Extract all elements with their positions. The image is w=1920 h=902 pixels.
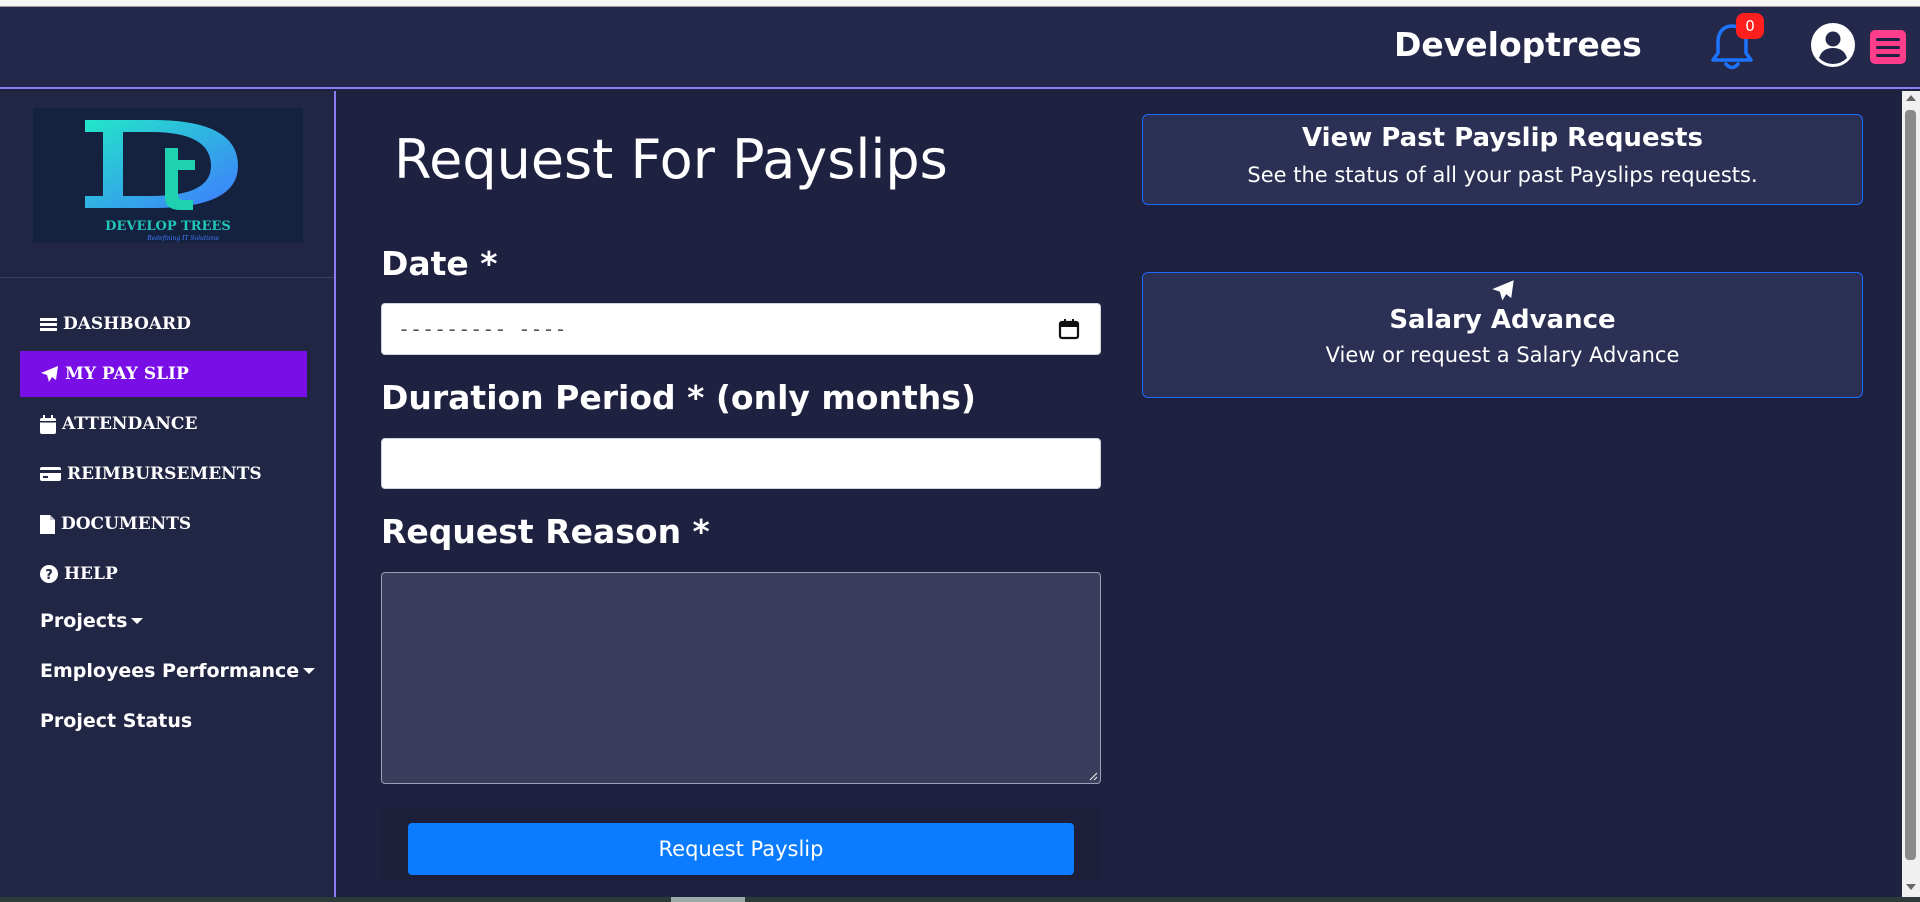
company-logo[interactable]: DEVELOP TREES Redefining IT Solutions [33, 108, 303, 243]
date-label: Date * [381, 244, 498, 283]
reason-label: Request Reason * [381, 512, 710, 551]
horizontal-scrollbar[interactable] [0, 897, 1920, 902]
credit-card-icon [40, 467, 61, 481]
sidebar-link-employees-performance[interactable]: Employees Performance [40, 660, 316, 682]
scrollbar-thumb[interactable] [1905, 110, 1916, 860]
sidebar-item-label: DASHBOARD [63, 314, 191, 334]
sidebar-link-label: Project Status [40, 710, 193, 732]
page-title: Request For Payslips [394, 128, 948, 191]
duration-field[interactable] [381, 438, 1101, 489]
duration-label: Duration Period * (only months) [381, 378, 976, 417]
bars-icon [40, 317, 57, 331]
calendar-picker-icon[interactable] [1058, 318, 1080, 340]
sidebar-divider [0, 277, 334, 278]
scroll-up-arrow-icon[interactable] [1906, 95, 1916, 101]
salary-advance-card[interactable]: Salary Advance View or request a Salary … [1142, 272, 1863, 398]
sidebar-item-dashboard[interactable]: DASHBOARD [20, 301, 307, 347]
sidebar-item-help[interactable]: ? HELP [20, 551, 307, 597]
top-header: Developtrees [0, 7, 1920, 89]
sidebar-item-attendance[interactable]: ATTENDANCE [20, 401, 307, 447]
svg-text:?: ? [45, 568, 53, 583]
logo-tagline: Redefining IT Solutions [146, 235, 219, 242]
notification-badge: 0 [1736, 13, 1764, 39]
browser-top-edge [0, 0, 1920, 7]
request-payslip-button[interactable]: Request Payslip [408, 823, 1074, 875]
card-subtitle: See the status of all your past Payslips… [1247, 163, 1758, 187]
date-placeholder: --------- ---- [398, 317, 567, 341]
calendar-icon [40, 414, 56, 434]
sidebar-item-label: DOCUMENTS [61, 514, 192, 534]
sidebar-item-my-pay-slip[interactable]: MY PAY SLIP [20, 351, 307, 397]
card-title: Salary Advance [1389, 305, 1616, 335]
file-icon [40, 514, 55, 534]
sidebar-link-project-status[interactable]: Project Status [40, 710, 192, 732]
card-title: View Past Payslip Requests [1302, 123, 1703, 153]
caret-down-icon [131, 618, 144, 624]
scroll-down-arrow-icon[interactable] [1906, 884, 1916, 890]
sidebar-link-label: Employees Performance [40, 660, 300, 682]
horizontal-scrollbar-thumb[interactable] [671, 897, 745, 902]
paper-plane-icon [41, 365, 58, 382]
menu-bar [1876, 45, 1900, 49]
brand-name: Developtrees [1394, 25, 1642, 64]
sidebar-link-label: Projects [40, 610, 128, 632]
menu-bar [1876, 37, 1900, 41]
paper-plane-icon [1491, 280, 1514, 301]
sidebar-item-label: HELP [64, 564, 118, 584]
sidebar-link-projects[interactable]: Projects [40, 610, 144, 632]
reason-textarea[interactable] [381, 572, 1101, 784]
sidebar-item-documents[interactable]: DOCUMENTS [20, 501, 307, 547]
logo-graphic: DEVELOP TREES Redefining IT Solutions [85, 120, 238, 242]
sidebar-item-label: ATTENDANCE [62, 414, 198, 434]
resize-grip-icon[interactable] [1088, 771, 1098, 781]
page: Developtrees 0 DEVELOP TREES Redefining … [0, 0, 1920, 902]
sidebar-item-label: MY PAY SLIP [65, 364, 189, 384]
user-avatar-icon[interactable] [1810, 22, 1856, 68]
logo-name: DEVELOP TREES [105, 219, 231, 234]
sidebar-item-reimbursements[interactable]: REIMBURSEMENTS [20, 451, 307, 497]
caret-down-icon [303, 668, 316, 674]
past-payslip-requests-card[interactable]: View Past Payslip Requests See the statu… [1142, 114, 1863, 205]
menu-bar [1876, 53, 1900, 57]
card-subtitle: View or request a Salary Advance [1325, 343, 1680, 367]
menu-toggle-button[interactable] [1870, 30, 1906, 64]
question-circle-icon: ? [40, 565, 58, 583]
sidebar-item-label: REIMBURSEMENTS [67, 464, 262, 484]
date-field[interactable]: --------- ---- [381, 303, 1101, 355]
